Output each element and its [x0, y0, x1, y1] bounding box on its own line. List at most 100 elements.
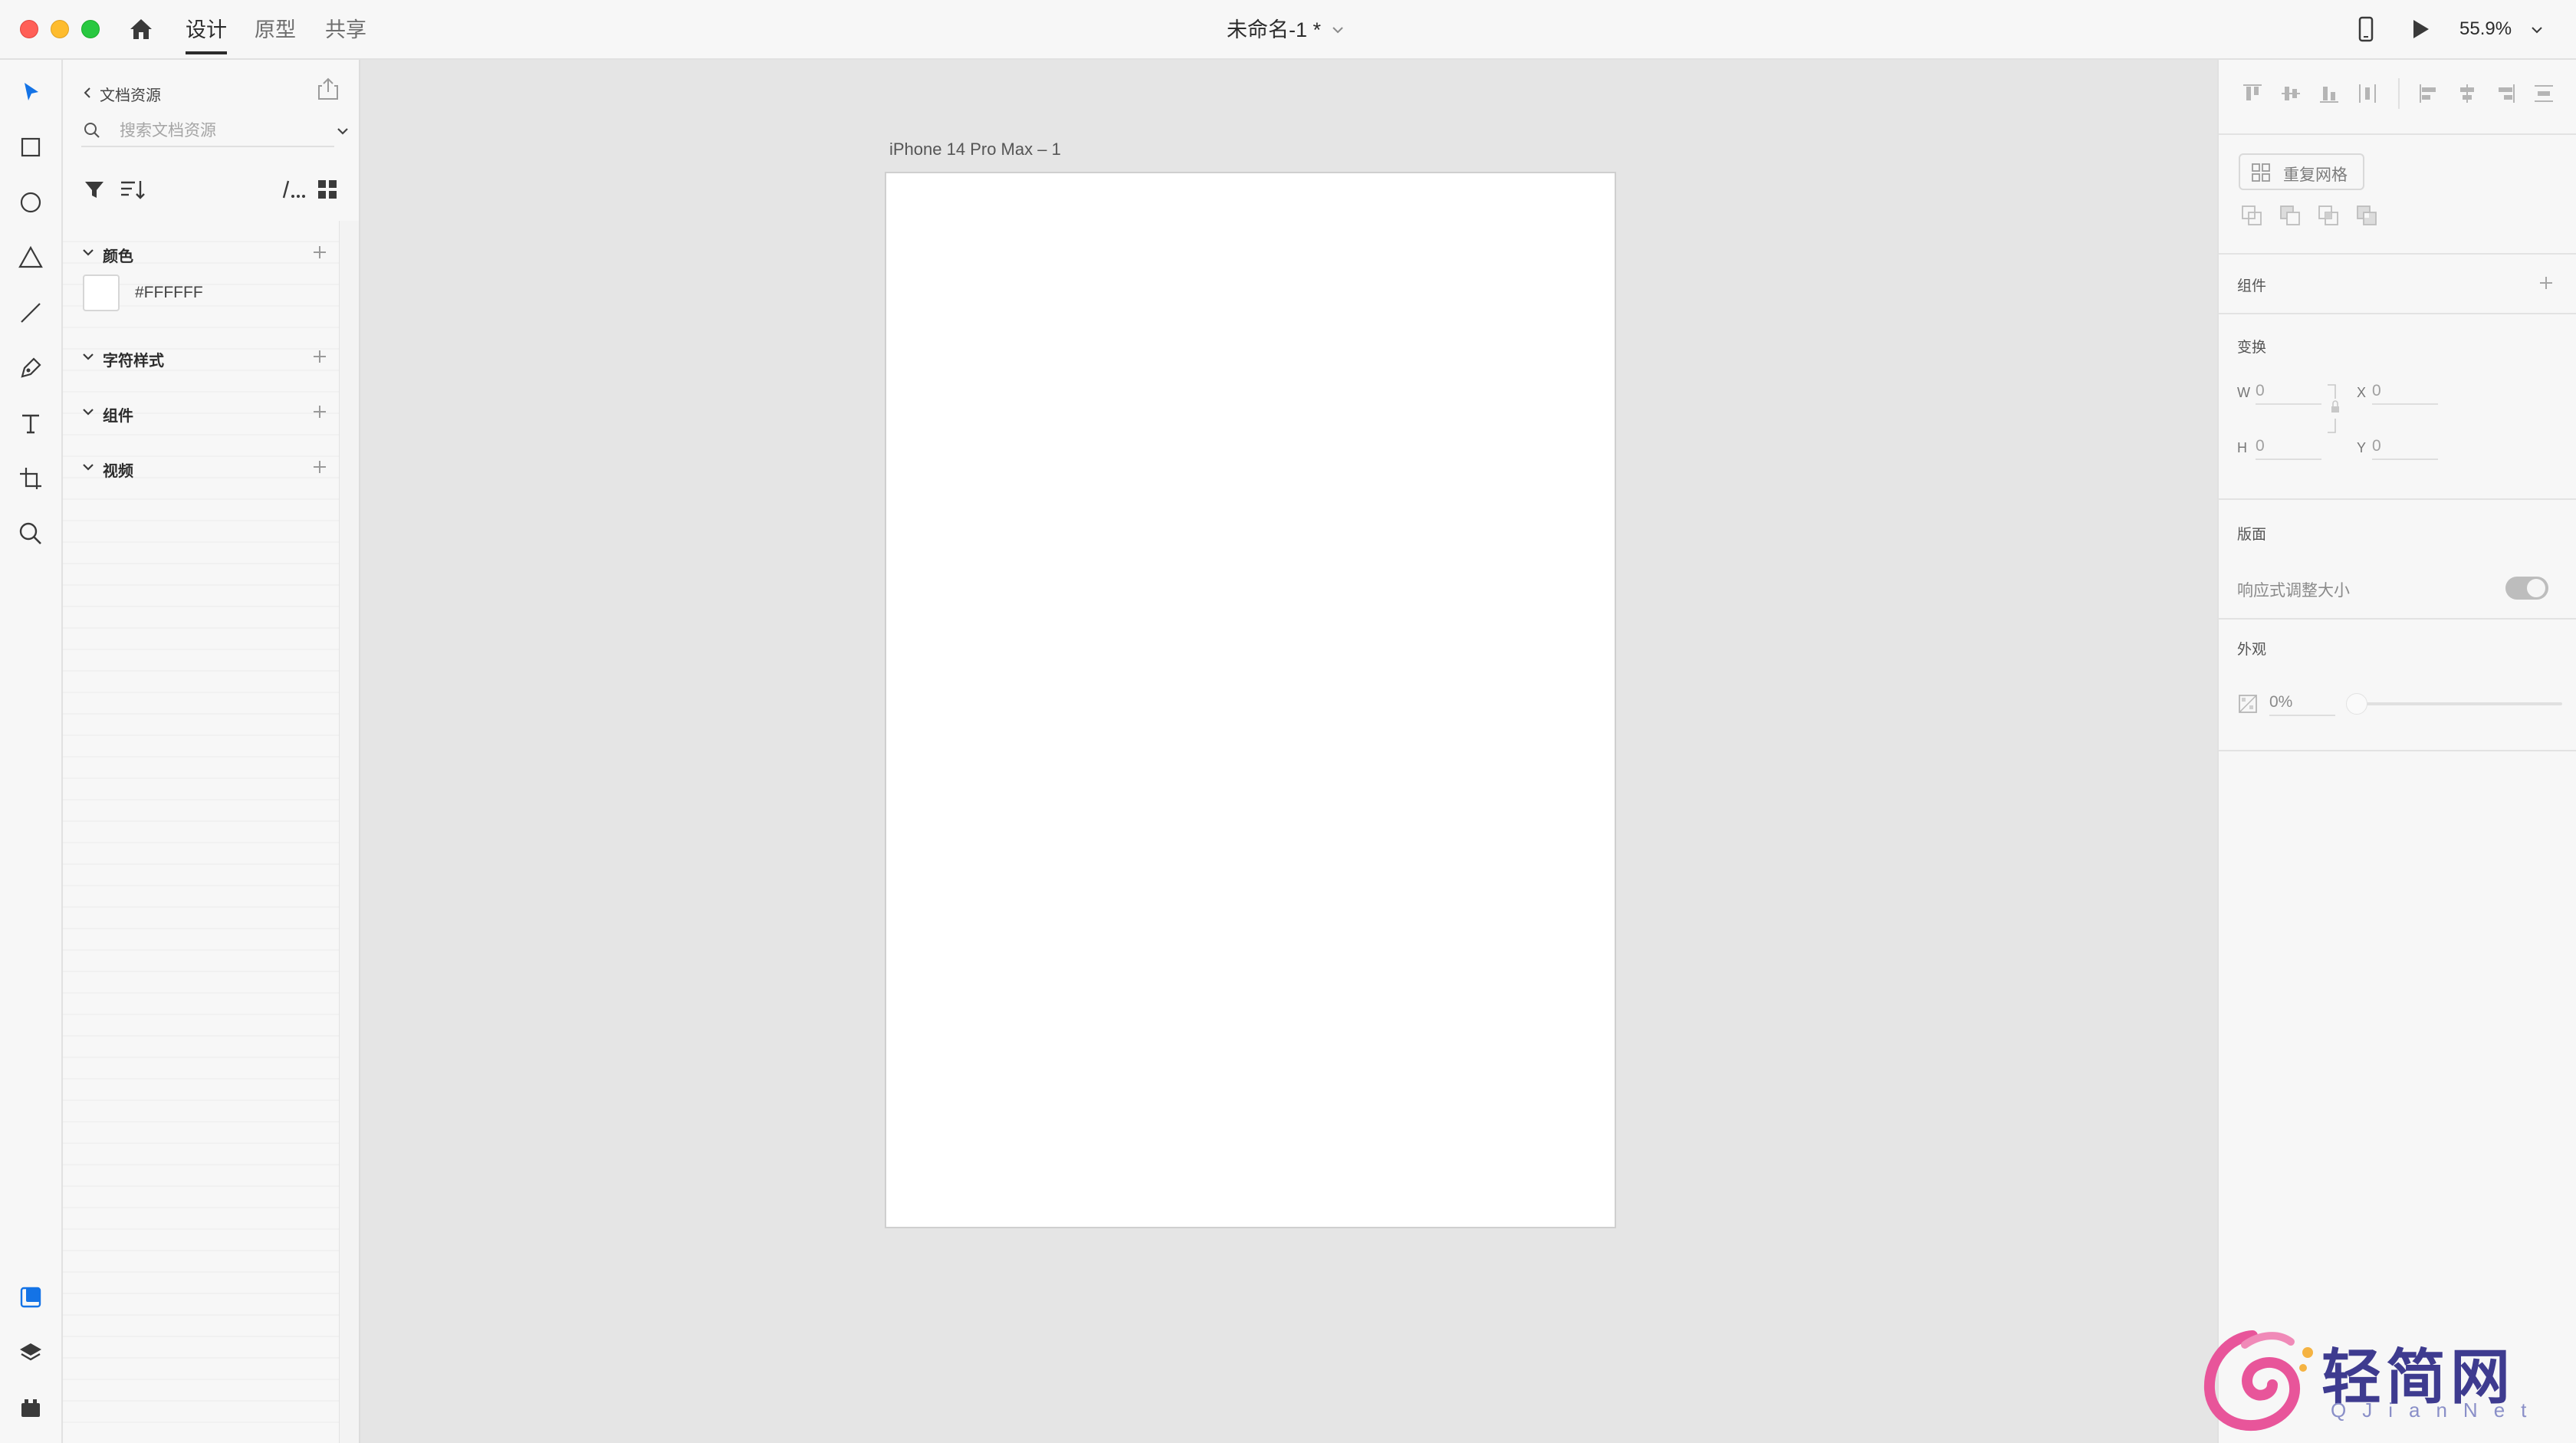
layers-icon[interactable]: [15, 1337, 46, 1368]
width-input[interactable]: [2256, 379, 2321, 405]
boolean-intersect-icon[interactable]: [2315, 202, 2341, 228]
polygon-tool-icon[interactable]: [15, 242, 46, 273]
filter-icon[interactable]: [81, 176, 107, 202]
text-tool-icon[interactable]: [15, 408, 46, 439]
document-title[interactable]: 未命名-1 *: [1227, 17, 1321, 43]
plugins-icon[interactable]: [15, 1392, 46, 1423]
align-middle-icon[interactable]: [2277, 80, 2305, 107]
tab-design[interactable]: 设计: [186, 15, 227, 54]
assets-panel-title: 文档资源: [100, 87, 161, 104]
section-colors[interactable]: 颜色: [63, 235, 339, 281]
section-components[interactable]: 组件: [63, 394, 339, 440]
pen-tool-icon[interactable]: [15, 353, 46, 383]
color-asset-item[interactable]: #FFFFFF: [63, 274, 339, 320]
toggle-knob: [2527, 579, 2545, 597]
device-preview-icon[interactable]: [2351, 14, 2381, 44]
watermark: 轻简网 QJianNet: [2199, 1322, 2551, 1434]
repeat-grid-icon: [2252, 163, 2270, 182]
repeat-grid-label: 重复网格: [2283, 166, 2348, 184]
chevron-down-icon[interactable]: [80, 348, 97, 365]
divider: [2219, 133, 2576, 135]
align-top-icon[interactable]: [2239, 80, 2266, 107]
add-component-icon[interactable]: [2536, 273, 2556, 293]
add-icon[interactable]: [310, 242, 330, 262]
add-icon[interactable]: [310, 402, 330, 422]
home-icon[interactable]: [126, 14, 156, 44]
align-bottom-icon[interactable]: [2315, 80, 2343, 107]
divider: [2219, 750, 2576, 751]
color-swatch[interactable]: [83, 274, 120, 311]
distribute-horizontal-icon[interactable]: [2354, 80, 2381, 107]
divider: [2398, 78, 2400, 109]
chevron-down-icon[interactable]: [80, 403, 97, 420]
chevron-down-icon[interactable]: [334, 123, 351, 140]
watermark-logo-icon: [2203, 1330, 2313, 1431]
xd-app-window: 设计 原型 共享 未命名-1 * 55.9% 文档资源 搜索文档资源 颜色 #F…: [0, 0, 2576, 1443]
path-view-icon[interactable]: [278, 176, 308, 202]
height-input[interactable]: [2256, 434, 2321, 460]
add-icon[interactable]: [310, 457, 330, 477]
assets-scrollbar[interactable]: [339, 221, 359, 1443]
layout-section-label: 版面: [2237, 527, 2267, 543]
opacity-input[interactable]: [2269, 690, 2335, 716]
align-left-icon[interactable]: [2415, 80, 2443, 107]
artboard-tool-icon[interactable]: [15, 463, 46, 494]
line-tool-icon[interactable]: [15, 297, 46, 328]
chevron-down-icon[interactable]: [80, 244, 97, 261]
artboard[interactable]: [885, 172, 1616, 1228]
divider: [2219, 618, 2576, 620]
opacity-slider-knob[interactable]: [2346, 693, 2367, 715]
share-export-icon[interactable]: [314, 75, 342, 103]
assets-panel: 文档资源 搜索文档资源 颜色 #FFFFFF 字符样式 组件 视频: [63, 60, 360, 1443]
boolean-exclude-icon[interactable]: [2354, 202, 2380, 228]
chevron-down-icon[interactable]: [1329, 21, 1346, 38]
sort-icon[interactable]: [118, 176, 149, 202]
responsive-resize-label: 响应式调整大小: [2237, 582, 2350, 600]
chevron-down-icon[interactable]: [2528, 21, 2545, 38]
x-label: X: [2357, 385, 2367, 400]
artboard-name[interactable]: iPhone 14 Pro Max – 1: [889, 140, 1061, 159]
assets-search[interactable]: [81, 115, 348, 147]
window-maximize-button[interactable]: [81, 20, 100, 38]
add-icon[interactable]: [310, 347, 330, 367]
tab-prototype[interactable]: 原型: [255, 15, 296, 54]
chevron-down-icon[interactable]: [80, 459, 97, 475]
grid-view-icon[interactable]: [314, 176, 340, 202]
lock-aspect-icon[interactable]: [2326, 382, 2343, 436]
watermark-subtitle: QJianNet: [2331, 1399, 2543, 1422]
y-input[interactable]: [2372, 434, 2438, 460]
search-icon: [84, 123, 100, 138]
section-label: 字符样式: [103, 353, 164, 370]
divider: [2219, 313, 2576, 314]
section-label: 颜色: [103, 248, 133, 265]
window-minimize-button[interactable]: [51, 20, 69, 38]
zoom-tool-icon[interactable]: [15, 518, 46, 549]
align-center-icon[interactable]: [2453, 80, 2481, 107]
section-character-styles[interactable]: 字符样式: [63, 339, 339, 385]
select-tool-icon[interactable]: [15, 77, 46, 107]
play-preview-icon[interactable]: [2404, 14, 2435, 44]
window-close-button[interactable]: [20, 20, 38, 38]
tab-share[interactable]: 共享: [325, 15, 366, 54]
transform-section-label: 变换: [2237, 340, 2267, 356]
zoom-level[interactable]: 55.9%: [2459, 18, 2512, 40]
divider: [2219, 253, 2576, 255]
repeat-grid-button[interactable]: 重复网格: [2239, 153, 2364, 190]
responsive-resize-toggle[interactable]: [2505, 577, 2548, 600]
align-right-icon[interactable]: [2492, 80, 2519, 107]
components-section-label: 组件: [2237, 278, 2267, 294]
boolean-add-icon[interactable]: [2239, 202, 2265, 228]
x-input[interactable]: [2372, 379, 2438, 405]
color-hex-label: #FFFFFF: [135, 284, 203, 301]
ellipse-tool-icon[interactable]: [15, 187, 46, 218]
section-videos[interactable]: 视频: [63, 449, 339, 495]
document-assets-icon[interactable]: [15, 1282, 46, 1313]
rectangle-tool-icon[interactable]: [15, 132, 46, 163]
title-bar: 设计 原型 共享 未命名-1 * 55.9%: [0, 0, 2576, 60]
boolean-subtract-icon[interactable]: [2277, 202, 2303, 228]
distribute-vertical-icon[interactable]: [2530, 80, 2558, 107]
opacity-slider-track[interactable]: [2349, 702, 2562, 705]
search-input[interactable]: [120, 118, 304, 144]
chevron-left-icon: [84, 87, 90, 98]
appearance-section-label: 外观: [2237, 642, 2267, 658]
